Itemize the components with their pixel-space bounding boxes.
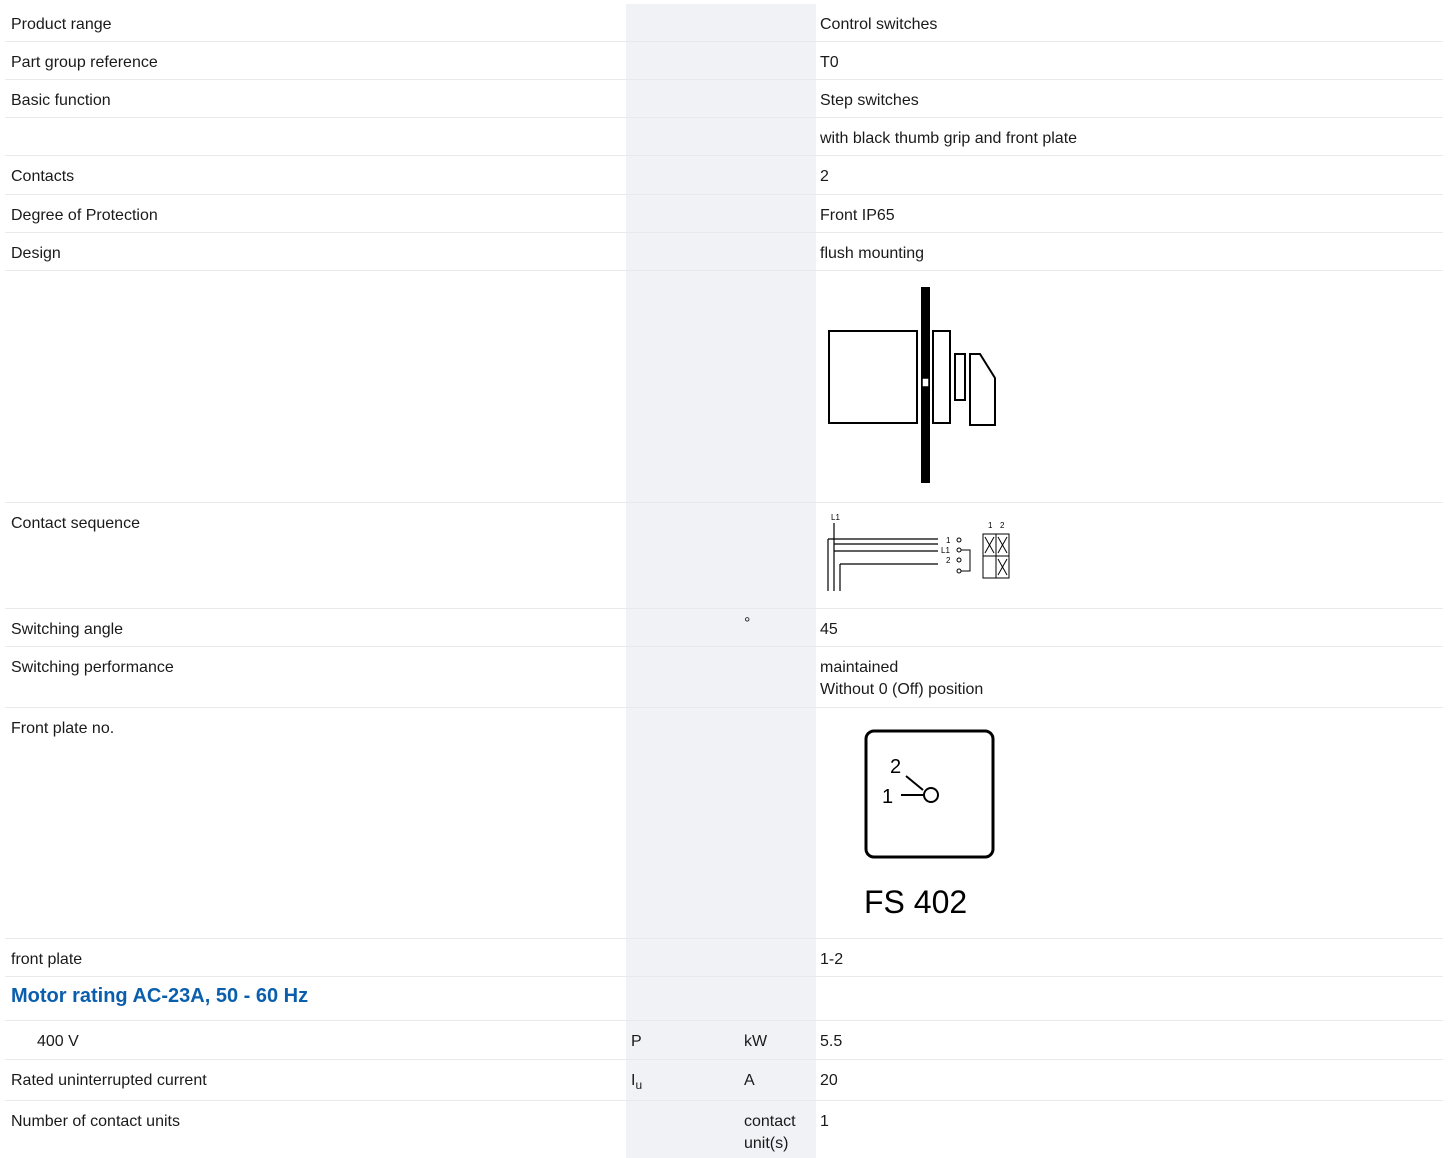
row-contact-sequence: Contact sequence L1 1 L1 2 1 2 — [5, 503, 1443, 609]
row-part-group: Part group reference T0 — [5, 42, 1443, 80]
front-plate-drawing-icon: 2 1 FS 402 — [864, 729, 995, 920]
label-basic-function: Basic function — [11, 92, 111, 109]
label-design: Design — [11, 245, 61, 262]
section-title-motor-rating: Motor rating AC-23A, 50 - 60 Hz — [11, 985, 309, 1007]
symbol-rated-current: Iu — [631, 1070, 642, 1092]
symbol-rated-current-sub: u — [635, 1078, 643, 1092]
label-rated-current: Rated uninterrupted current — [11, 1072, 207, 1089]
label-contact-units: Number of contact units — [11, 1113, 180, 1130]
label-degree-protection: Degree of Protection — [11, 207, 158, 224]
value-basic-function-extra: with black thumb grip and front plate — [820, 130, 1078, 147]
value-motor-400v: 5.5 — [820, 1033, 843, 1050]
row-switching-angle: Switching angle ° 45 — [5, 609, 1443, 647]
row-product-range: Product range Control switches — [5, 4, 1443, 42]
row-contact-units: Number of contact units contact unit(s) … — [5, 1101, 1443, 1158]
symbol-motor-400v: P — [631, 1033, 642, 1050]
spec-sheet: Product range Control switches Part grou… — [0, 0, 1449, 1158]
diagram-terminal-l1: L1 — [941, 546, 950, 555]
unit-motor-400v: kW — [744, 1033, 768, 1050]
label-contacts: Contacts — [11, 168, 75, 185]
value-switching-angle: 45 — [820, 621, 838, 638]
row-motor-section: Motor rating AC-23A, 50 - 60 Hz — [5, 977, 1443, 1021]
row-switching-performance: Switching performance maintained Without… — [5, 647, 1443, 708]
row-basic-function-extra: with black thumb grip and front plate — [5, 118, 1443, 156]
plate-position-left: 1 — [882, 786, 893, 808]
value-design: flush mounting — [820, 245, 925, 262]
value-switching-performance: maintained Without 0 (Off) position — [820, 657, 983, 701]
value-contact-units: 1 — [820, 1113, 829, 1130]
row-basic-function: Basic function Step switches — [5, 80, 1443, 118]
label-switching-angle: Switching angle — [11, 621, 124, 638]
label-contact-sequence: Contact sequence — [11, 515, 140, 532]
plate-caption: FS 402 — [864, 884, 967, 920]
label-switching-performance: Switching performance — [11, 659, 174, 676]
value-front-plate: 1-2 — [820, 951, 844, 968]
row-design: Design flush mounting — [5, 233, 1443, 271]
unit-contact-units-line2: unit(s) — [744, 1135, 789, 1152]
value-switching-performance-line2: Without 0 (Off) position — [820, 681, 984, 698]
row-contacts: Contacts 2 — [5, 156, 1443, 195]
label-front-plate-no: Front plate no. — [11, 720, 115, 737]
value-basic-function: Step switches — [820, 92, 919, 109]
row-motor-400v: 400 V P kW 5.5 — [5, 1021, 1443, 1060]
diagram-column-2: 2 — [1000, 521, 1005, 530]
unit-rated-current: A — [744, 1072, 755, 1089]
label-product-range: Product range — [11, 16, 112, 33]
value-switching-performance-line1: maintained — [820, 659, 899, 676]
plate-position-top: 2 — [890, 756, 901, 778]
label-part-group: Part group reference — [11, 54, 158, 71]
row-design-drawing — [5, 271, 1443, 503]
row-degree-protection: Degree of Protection Front IP65 — [5, 195, 1443, 233]
contact-sequence-diagram-icon: L1 1 L1 2 1 2 — [827, 513, 1010, 591]
diagram-terminal-1: 1 — [946, 536, 951, 545]
row-rated-current: Rated uninterrupted current Iu A 20 — [5, 1060, 1443, 1101]
flush-mount-drawing-icon — [828, 287, 996, 483]
label-front-plate: front plate — [11, 951, 83, 968]
diagram-column-1: 1 — [988, 521, 993, 530]
value-part-group: T0 — [820, 54, 839, 71]
row-front-plate-no: Front plate no. 2 1 FS 402 — [5, 708, 1443, 939]
label-motor-400v: 400 V — [37, 1033, 79, 1050]
unit-contact-units-line1: contact — [744, 1113, 796, 1130]
diagram-terminal-2: 2 — [946, 556, 951, 565]
value-contacts: 2 — [820, 168, 829, 185]
row-front-plate: front plate 1-2 — [5, 939, 1443, 977]
value-product-range: Control switches — [820, 16, 938, 33]
diagram-line-label: L1 — [831, 513, 840, 522]
value-degree-protection: Front IP65 — [820, 207, 895, 224]
unit-switching-angle: ° — [744, 615, 751, 632]
value-rated-current: 20 — [820, 1072, 838, 1089]
unit-contact-units: contact unit(s) — [744, 1111, 814, 1155]
